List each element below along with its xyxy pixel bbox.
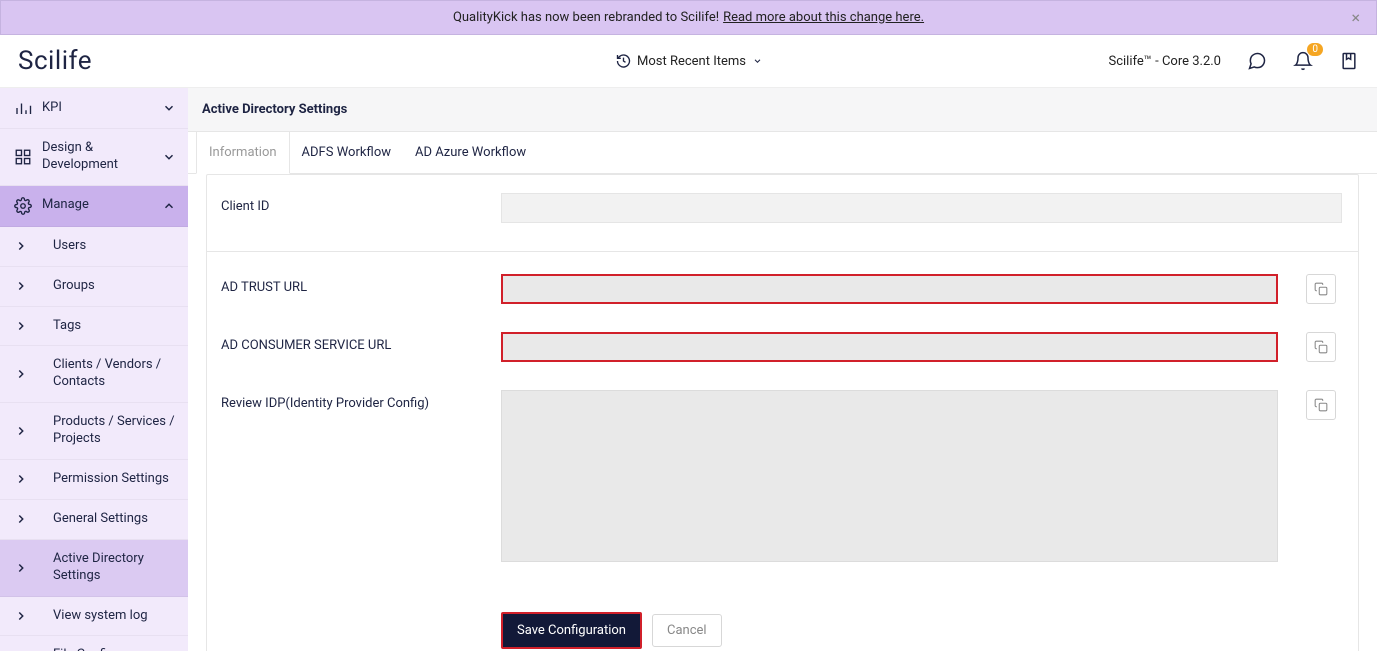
save-configuration-button[interactable]: Save Configuration xyxy=(501,612,642,649)
content-area: Active Directory Settings Information AD… xyxy=(188,88,1377,651)
notification-badge: 0 xyxy=(1307,43,1323,56)
chevron-right-icon xyxy=(14,512,28,526)
sidebar-section-kpi[interactable]: KPI xyxy=(0,88,188,129)
sidebar-section-manage[interactable]: Manage xyxy=(0,186,188,227)
client-id-label: Client ID xyxy=(217,193,501,214)
logo: Scilife xyxy=(18,46,92,76)
rebrand-banner: QualityKick has now been rebranded to Sc… xyxy=(0,0,1377,35)
form-card: Client ID AD TRUST URL AD CONSUME xyxy=(206,174,1359,651)
form-actions: Save Configuration Cancel xyxy=(207,576,1358,651)
sidebar-item-general-settings[interactable]: General Settings xyxy=(0,500,188,540)
tab-adfs[interactable]: ADFS Workflow xyxy=(290,132,403,173)
sidebar-item-tags[interactable]: Tags xyxy=(0,307,188,347)
copy-consumer-url-button[interactable] xyxy=(1306,332,1336,362)
ad-consumer-url-input[interactable] xyxy=(501,332,1278,362)
cancel-button[interactable]: Cancel xyxy=(652,614,722,647)
sidebar-item-label: View system log xyxy=(38,608,176,625)
gear-icon xyxy=(14,197,32,215)
sidebar-item-label: Permission Settings xyxy=(38,471,176,488)
copy-icon xyxy=(1314,398,1328,412)
review-idp-label: Review IDP(Identity Provider Config) xyxy=(217,390,501,411)
client-id-input[interactable] xyxy=(501,193,1342,223)
chevron-right-icon xyxy=(14,424,28,438)
topbar-right: Scilife™ - Core 3.2.0 0 xyxy=(1109,51,1360,71)
ad-trust-url-input[interactable] xyxy=(501,274,1278,304)
topbar: Scilife Most Recent Items Scilife™ - Cor… xyxy=(0,35,1377,88)
sidebar-item-label: Users xyxy=(38,238,176,255)
chevron-right-icon xyxy=(14,279,28,293)
ad-consumer-url-label: AD CONSUMER SERVICE URL xyxy=(217,332,501,353)
form-scroll[interactable]: Client ID AD TRUST URL AD CONSUME xyxy=(188,174,1377,651)
recent-items-label: Most Recent Items xyxy=(637,54,746,69)
version-label: Scilife™ - Core 3.2.0 xyxy=(1109,54,1222,69)
recent-items-dropdown[interactable]: Most Recent Items xyxy=(615,53,762,69)
design-icon xyxy=(14,148,32,166)
page-title: Active Directory Settings xyxy=(188,88,1377,132)
chevron-right-icon xyxy=(14,561,28,575)
kpi-icon xyxy=(14,99,32,117)
tab-information[interactable]: Information xyxy=(196,132,290,174)
sidebar-label: Design & Development xyxy=(42,140,152,174)
sidebar-item-label: Groups xyxy=(38,278,176,295)
chevron-up-icon xyxy=(162,199,176,213)
sidebar-item-users[interactable]: Users xyxy=(0,227,188,267)
banner-text: QualityKick has now been rebranded to Sc… xyxy=(453,10,719,25)
tab-bar: Information ADFS Workflow AD Azure Workf… xyxy=(188,132,1377,174)
tab-azure[interactable]: AD Azure Workflow xyxy=(403,132,538,173)
copy-icon xyxy=(1314,282,1328,296)
copy-trust-url-button[interactable] xyxy=(1306,274,1336,304)
chevron-right-icon xyxy=(14,239,28,253)
notifications-icon[interactable]: 0 xyxy=(1293,51,1313,71)
sidebar-section-design[interactable]: Design & Development xyxy=(0,129,188,186)
sidebar-item-clients[interactable]: Clients / Vendors / Contacts xyxy=(0,346,188,403)
sidebar-item-file-config[interactable]: File Config xyxy=(0,636,188,651)
main-layout: KPI Design & Development Manage Users Gr… xyxy=(0,88,1377,651)
banner-link[interactable]: Read more about this change here. xyxy=(723,10,924,25)
form-row-trust-url: AD TRUST URL xyxy=(207,252,1358,318)
bookmark-icon[interactable] xyxy=(1339,51,1359,71)
sidebar-item-label: Products / Services / Projects xyxy=(38,414,176,448)
form-row-review-idp: Review IDP(Identity Provider Config) xyxy=(207,376,1358,576)
copy-icon xyxy=(1314,340,1328,354)
chevron-right-icon xyxy=(14,367,28,381)
sidebar-item-label: Clients / Vendors / Contacts xyxy=(38,357,176,391)
sidebar-item-products[interactable]: Products / Services / Projects xyxy=(0,403,188,460)
sidebar-label: KPI xyxy=(42,100,152,117)
sidebar-item-permission[interactable]: Permission Settings xyxy=(0,460,188,500)
sidebar-item-label: File Config xyxy=(38,647,176,651)
chevron-right-icon xyxy=(14,319,28,333)
form-row-client-id: Client ID xyxy=(207,175,1358,252)
form-row-consumer-url: AD CONSUMER SERVICE URL xyxy=(207,318,1358,376)
chevron-down-icon xyxy=(162,101,176,115)
sidebar-item-label: Tags xyxy=(38,318,176,335)
chevron-right-icon xyxy=(14,472,28,486)
review-idp-textarea[interactable] xyxy=(501,390,1278,562)
chat-icon[interactable] xyxy=(1247,51,1267,71)
sidebar-item-groups[interactable]: Groups xyxy=(0,267,188,307)
chevron-down-icon xyxy=(752,56,762,66)
sidebar: KPI Design & Development Manage Users Gr… xyxy=(0,88,188,651)
sidebar-item-system-log[interactable]: View system log xyxy=(0,597,188,637)
sidebar-item-label: Active Directory Settings xyxy=(38,551,176,585)
sidebar-item-ad-settings[interactable]: Active Directory Settings xyxy=(0,540,188,597)
chevron-right-icon xyxy=(14,609,28,623)
chevron-down-icon xyxy=(162,150,176,164)
ad-trust-url-label: AD TRUST URL xyxy=(217,274,501,295)
banner-close-icon[interactable]: × xyxy=(1351,8,1360,27)
copy-idp-button[interactable] xyxy=(1306,390,1336,420)
sidebar-label: Manage xyxy=(42,197,152,214)
sidebar-item-label: General Settings xyxy=(38,511,176,528)
history-icon xyxy=(615,53,631,69)
